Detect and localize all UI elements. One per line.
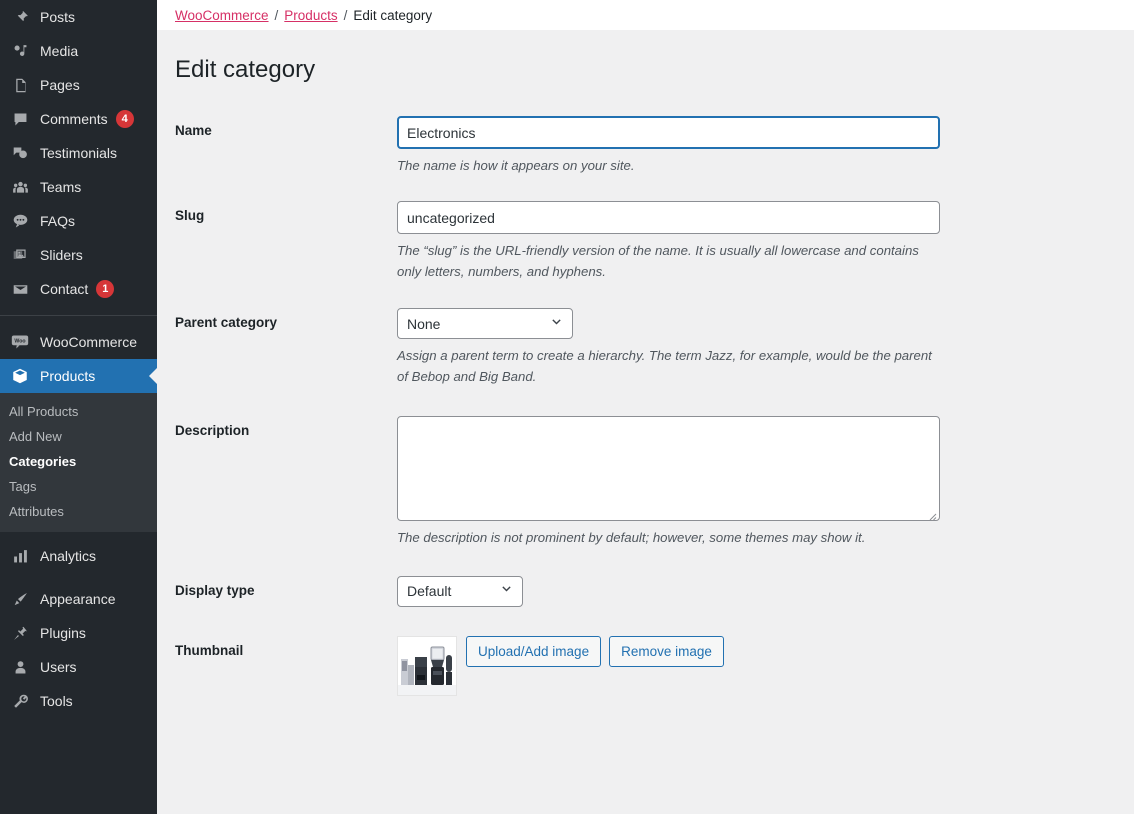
sidebar-item-label: Media [40,43,79,59]
description-help-text: The description is not prominent by defa… [397,530,866,546]
products-submenu: All Products Add New Categories Tags Att… [0,393,157,532]
description-textarea-wrapper [397,416,940,522]
sidebar-item-testimonials[interactable]: Testimonials [0,136,157,170]
sidebar-item-label: Appearance [40,591,116,607]
sidebar-item-pages[interactable]: Pages [0,68,157,102]
field-description: Description The description is not promi… [175,416,1134,548]
breadcrumb-link-products[interactable]: Products [284,8,337,23]
sliders-icon [9,245,31,265]
field-display-type: Display type Default [175,575,1134,607]
slug-input[interactable] [397,201,940,235]
breadcrumb-separator: / [274,7,279,23]
parent-category-help-text: Assign a parent term to create a hierarc… [397,348,932,384]
sidebar-item-faqs[interactable]: FAQs [0,204,157,238]
sidebar-item-analytics[interactable]: Analytics [0,539,157,573]
sidebar-item-label: Users [40,659,77,675]
brush-icon [9,589,31,609]
active-arrow-icon [149,367,157,385]
name-help-text: The name is how it appears on your site. [397,158,635,173]
submenu-item-tags[interactable]: Tags [0,474,157,499]
sidebar-item-label: WooCommerce [40,334,137,350]
field-name: Name The name is how it appears on your … [175,116,1134,176]
sidebar-item-label: Contact [40,281,89,297]
sidebar-item-label: Teams [40,179,82,195]
envelope-icon [9,279,31,299]
sidebar-item-label: Testimonials [40,145,118,161]
thumbnail-preview-image[interactable] [397,635,457,696]
sidebar-item-products[interactable]: Products [0,359,157,393]
sidebar-item-plugins[interactable]: Plugins [0,616,157,650]
field-thumbnail: Thumbnail Upload/Add image Remove image [175,635,1134,696]
page-title: Edit category [175,56,316,83]
name-label: Name [175,123,212,138]
display-type-select[interactable]: Default [397,575,523,607]
field-slug: Slug The “slug” is the URL-friendly vers… [175,201,1134,282]
submenu-item-attributes[interactable]: Attributes [0,499,157,524]
slug-help-text: The “slug” is the URL-friendly version o… [397,243,919,279]
faq-icon [9,211,31,231]
thumbnail-label: Thumbnail [175,642,244,658]
sidebar-item-label: Plugins [40,625,86,641]
sidebar-divider [0,315,157,316]
parent-category-label: Parent category [175,315,278,331]
sidebar-item-label: Sliders [40,247,83,263]
upload-add-image-button[interactable]: Upload/Add image [466,635,602,667]
plug-icon [9,623,31,643]
wrench-icon [9,691,31,711]
media-icon [9,41,31,61]
display-type-select-wrapper: Default [397,575,523,607]
teams-icon [9,177,31,197]
admin-screen: Posts Media Pages Comments 4 Testimonial… [0,0,1134,814]
sidebar-item-contact[interactable]: Contact 1 [0,272,157,306]
sidebar-item-woocommerce[interactable]: Woo WooCommerce [0,325,157,359]
sidebar-item-appearance[interactable]: Appearance [0,582,157,616]
breadcrumb: WooCommerce / Products / Edit category [157,0,1134,30]
sidebar-item-label: Comments [40,111,108,127]
pin-icon [9,7,31,27]
sidebar-item-label: Tools [40,693,73,709]
breadcrumb-current: Edit category [353,7,433,23]
sidebar-item-label: Products [40,368,96,384]
sidebar-item-teams[interactable]: Teams [0,170,157,204]
sidebar-item-users[interactable]: Users [0,650,157,684]
display-type-label: Display type [175,582,255,598]
edit-category-form: Edit category Name The name is how it ap… [157,30,1134,696]
description-textarea[interactable] [397,416,940,522]
sidebar-item-comments[interactable]: Comments 4 [0,102,157,136]
sidebar-item-media[interactable]: Media [0,34,157,68]
submenu-item-categories[interactable]: Categories [0,449,157,474]
sidebar-item-label: Posts [40,9,76,25]
pages-icon [9,75,31,95]
submenu-item-all-products[interactable]: All Products [0,399,157,424]
breadcrumb-link-woocommerce[interactable]: WooCommerce [175,8,269,23]
sidebar-item-label: Pages [40,77,80,93]
main-content: WooCommerce / Products / Edit category E… [157,0,1134,814]
breadcrumb-separator: / [343,7,348,23]
slug-label: Slug [175,208,205,224]
contact-count-badge: 1 [96,280,115,298]
comments-count-badge: 4 [115,110,134,128]
sidebar-item-posts[interactable]: Posts [0,0,157,34]
sidebar-item-label: Analytics [40,548,97,564]
sidebar-item-tools[interactable]: Tools [0,684,157,718]
parent-category-select[interactable]: None [397,308,573,340]
analytics-icon [9,546,31,566]
submenu-item-add-new[interactable]: Add New [0,424,157,449]
products-icon [9,366,31,386]
svg-text:Woo: Woo [14,338,25,344]
admin-sidebar: Posts Media Pages Comments 4 Testimonial… [0,0,157,814]
testimonials-icon [9,143,31,163]
user-icon [9,657,31,677]
name-input[interactable] [397,116,940,149]
parent-category-select-wrapper: None [397,308,573,340]
woocommerce-icon: Woo [9,332,31,352]
description-label: Description [175,423,250,439]
comment-icon [9,109,31,129]
sidebar-item-sliders[interactable]: Sliders [0,238,157,272]
field-parent-category: Parent category None Assign a parent ter… [175,308,1134,387]
remove-image-button[interactable]: Remove image [609,635,724,667]
sidebar-item-label: FAQs [40,213,76,229]
